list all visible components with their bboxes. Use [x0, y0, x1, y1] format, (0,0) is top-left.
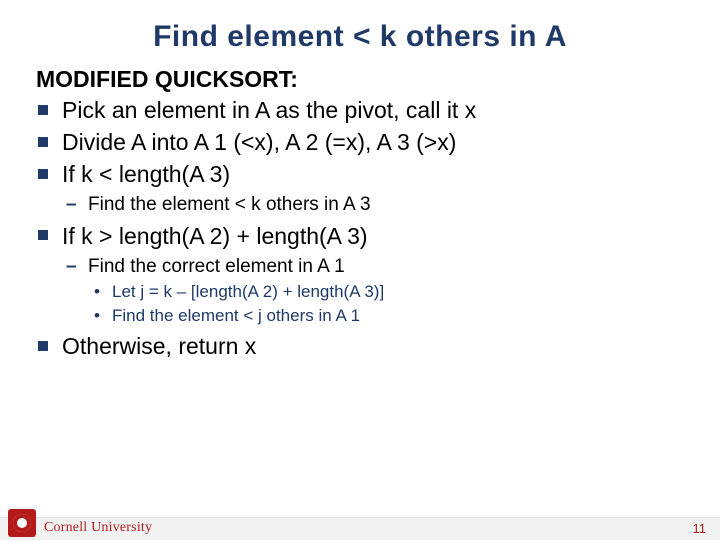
bullet-text: Find the element < j others in A 1	[112, 306, 360, 325]
bullet-text: Otherwise, return x	[62, 333, 256, 359]
list-item: If k < length(A 3) Find the element < k …	[36, 159, 684, 218]
bullet-text: Find the element < k others in A 3	[88, 194, 371, 215]
cornell-seal-icon	[8, 509, 36, 537]
list-item: Find the element < k others in A 3	[66, 192, 684, 218]
list-item: Let j = k – [length(A 2) + length(A 3)]	[94, 281, 684, 304]
bullet-text: If k > length(A 2) + length(A 3)	[62, 223, 368, 249]
slide-footer: Cornell University 11	[0, 506, 720, 540]
sub-list: Find the correct element in A 1 Let j = …	[62, 254, 684, 329]
slide: Find element < k others in A MODIFIED QU…	[0, 0, 720, 540]
bullet-list: Pick an element in A as the pivot, call …	[36, 95, 684, 362]
sub-list: Find the element < k others in A 3	[62, 192, 684, 218]
bullet-text: Find the correct element in A 1	[88, 256, 345, 277]
list-item: Divide A into A 1 (<x), A 2 (=x), A 3 (>…	[36, 127, 684, 158]
sub-sub-list: Let j = k – [length(A 2) + length(A 3)] …	[88, 281, 684, 328]
page-number: 11	[693, 521, 707, 536]
list-item: If k > length(A 2) + length(A 3) Find th…	[36, 221, 684, 329]
bullet-text: Divide A into A 1 (<x), A 2 (=x), A 3 (>…	[62, 129, 456, 155]
bullet-text: Pick an element in A as the pivot, call …	[62, 97, 476, 123]
slide-body: MODIFIED QUICKSORT: Pick an element in A…	[0, 60, 720, 362]
list-item: Otherwise, return x	[36, 331, 684, 362]
list-item: Pick an element in A as the pivot, call …	[36, 95, 684, 126]
list-item: Find the element < j others in A 1	[94, 305, 684, 328]
university-name: Cornell University	[44, 520, 152, 536]
bullet-text: Let j = k – [length(A 2) + length(A 3)]	[112, 282, 384, 301]
slide-title: Find element < k others in A	[0, 0, 720, 60]
bullet-text: If k < length(A 3)	[62, 161, 230, 187]
list-item: Find the correct element in A 1 Let j = …	[66, 254, 684, 329]
section-heading: MODIFIED QUICKSORT:	[36, 66, 684, 93]
